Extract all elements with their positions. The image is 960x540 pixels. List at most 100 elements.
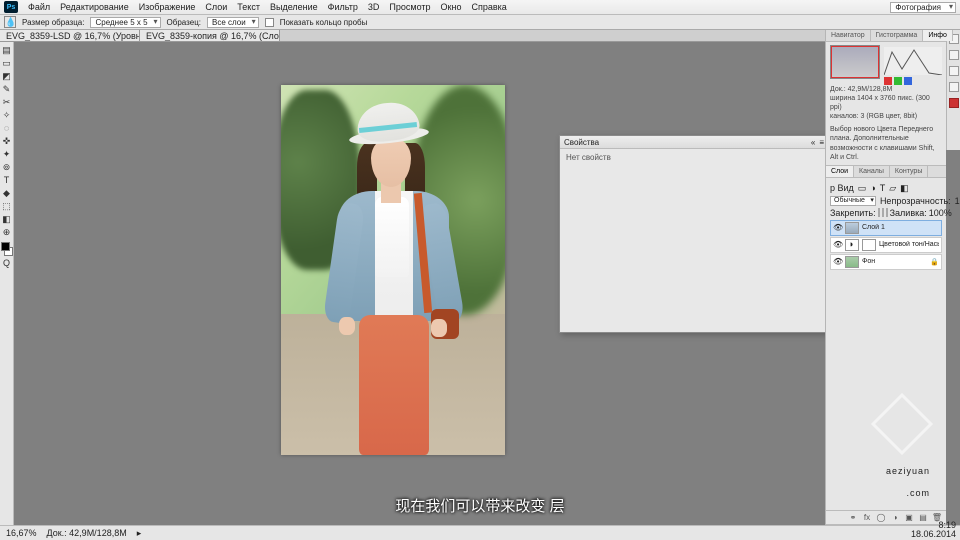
- zoom-tool[interactable]: ⊕: [1, 226, 13, 238]
- lock-icon: 🔒: [930, 258, 939, 266]
- navigator-thumb[interactable]: [830, 45, 880, 79]
- document-tab[interactable]: EVG_8359-LSD @ 16,7% (Уровни 1, Слой-мас…: [0, 30, 140, 41]
- panel-menu-icon[interactable]: ≡: [819, 138, 824, 147]
- watermark-text-1: aeziyuan: [886, 466, 930, 476]
- menu-image[interactable]: Изображение: [139, 2, 196, 12]
- move-tool[interactable]: ▤: [1, 44, 13, 56]
- show-ring-checkbox[interactable]: [265, 18, 274, 27]
- menu-edit[interactable]: Редактирование: [60, 2, 129, 12]
- workspace-switcher[interactable]: Фотография: [890, 0, 956, 15]
- marquee-tool[interactable]: ▭: [1, 57, 13, 69]
- lock-pixels-icon[interactable]: [878, 208, 880, 217]
- pen-tool[interactable]: ◆: [1, 187, 13, 199]
- filter-icon[interactable]: ▱: [889, 183, 896, 194]
- document-tab-bar: EVG_8359-LSD @ 16,7% (Уровни 1, Слой-мас…: [0, 30, 960, 42]
- tab-info[interactable]: Инфо: [923, 30, 953, 41]
- type-tool[interactable]: T: [1, 174, 13, 186]
- layer-row[interactable]: 👁 Фон 🔒: [830, 254, 942, 270]
- canvas-area[interactable]: Свойства «≡ Нет свойств: [14, 42, 825, 525]
- panel-icon[interactable]: [949, 66, 959, 76]
- watermark-text-2: .com: [906, 488, 930, 498]
- layer-name[interactable]: Слой 1: [862, 224, 939, 231]
- visibility-icon[interactable]: 👁: [833, 257, 842, 266]
- tab-paths[interactable]: Контуры: [890, 166, 928, 177]
- menu-bar: Ps Файл Редактирование Изображение Слои …: [0, 0, 960, 15]
- menu-filter[interactable]: Фильтр: [328, 2, 358, 12]
- quickmask-toggle[interactable]: Q: [1, 257, 13, 269]
- watermark: aeziyuan .com: [880, 402, 930, 500]
- mask-thumb[interactable]: [862, 239, 876, 251]
- heal-tool[interactable]: ◌: [1, 122, 13, 134]
- shape-tool[interactable]: ⬚: [1, 200, 13, 212]
- eyedropper-tool[interactable]: ✧: [1, 109, 13, 121]
- menu-layers[interactable]: Слои: [205, 2, 227, 12]
- wand-tool[interactable]: ✎: [1, 83, 13, 95]
- tool-palette: ▤ ▭ ◩ ✎ ✂ ✧ ◌ ✜ ✦ ⊚ T ◆ ⬚ ◧ ⊕ Q: [0, 42, 14, 525]
- properties-panel[interactable]: Свойства «≡ Нет свойств: [559, 135, 825, 333]
- tab-layers[interactable]: Слои: [826, 166, 854, 177]
- layer-row[interactable]: 👁 Цветовой тон/Насыщенность 1: [830, 237, 942, 253]
- filter-icon[interactable]: ◑: [870, 183, 875, 193]
- layer-thumb[interactable]: [845, 222, 859, 234]
- record-action-icon[interactable]: [949, 98, 959, 108]
- workspace-dropdown[interactable]: Фотография: [890, 2, 956, 13]
- watermark-logo-icon: [871, 393, 933, 455]
- zoom-level[interactable]: 16,67%: [6, 528, 37, 538]
- filter-icon[interactable]: ▭: [858, 183, 867, 194]
- layer-row[interactable]: 👁 Слой 1: [830, 220, 942, 236]
- document-tab-label: EVG_8359-копия @ 16,7% (Слой 1, Кривые/8…: [146, 31, 280, 41]
- document-canvas[interactable]: [281, 85, 505, 455]
- menu-window[interactable]: Окно: [441, 2, 462, 12]
- blend-mode-select[interactable]: Обычные: [830, 196, 876, 206]
- adjustment-thumb[interactable]: [845, 239, 859, 251]
- status-doc-size[interactable]: Док.: 42,9M/128,8M: [47, 528, 127, 538]
- panel-icon[interactable]: [949, 82, 959, 92]
- video-subtitle: 现在我们可以带来改变 层: [0, 495, 960, 516]
- tab-channels[interactable]: Каналы: [854, 166, 890, 177]
- menu-help[interactable]: Справка: [471, 2, 506, 12]
- lock-position-icon[interactable]: [882, 208, 884, 217]
- brush-tool[interactable]: ✜: [1, 135, 13, 147]
- menu-3d[interactable]: 3D: [368, 2, 380, 12]
- layer-name[interactable]: Фон: [862, 258, 927, 265]
- stamp-tool[interactable]: ✦: [1, 148, 13, 160]
- fg-bg-swatches[interactable]: [1, 242, 13, 256]
- collapsed-panel-dock: [946, 30, 960, 150]
- menu-text[interactable]: Текст: [237, 2, 260, 12]
- lasso-tool[interactable]: ◩: [1, 70, 13, 82]
- panel-icon[interactable]: [949, 50, 959, 60]
- hand-tool[interactable]: ◧: [1, 213, 13, 225]
- layer-name[interactable]: Цветовой тон/Насыщенность 1: [879, 241, 939, 248]
- panel-title: Свойства: [564, 138, 599, 147]
- status-bar: 16,67% Док.: 42,9M/128,8M ▸ 8:1918.06.20…: [0, 525, 960, 540]
- fill-value[interactable]: 100%: [929, 208, 952, 218]
- system-clock: 8:1918.06.2014: [911, 521, 956, 539]
- sample-size-select[interactable]: Среднее 5 x 5: [90, 17, 160, 28]
- menu-file[interactable]: Файл: [28, 2, 50, 12]
- tab-navigator[interactable]: Навигатор: [826, 30, 871, 41]
- panel-collapse-icon[interactable]: «: [811, 138, 815, 147]
- opacity-value[interactable]: 100%: [955, 196, 960, 206]
- document-tab[interactable]: EVG_8359-копия @ 16,7% (Слой 1, Кривые/8…: [140, 30, 280, 41]
- menu-view[interactable]: Просмотр: [389, 2, 430, 12]
- menu-select[interactable]: Выделение: [270, 2, 318, 12]
- sample-size-label: Размер образца:: [22, 18, 84, 27]
- tab-histogram[interactable]: Гистограмма: [871, 30, 924, 41]
- app-logo: Ps: [4, 1, 18, 13]
- lock-all-icon[interactable]: [886, 208, 888, 217]
- sample-label: Образец:: [167, 18, 201, 27]
- eyedropper-icon[interactable]: 💧: [4, 16, 16, 28]
- document-tab-label: EVG_8359-LSD @ 16,7% (Уровни 1, Слой-мас…: [6, 31, 140, 41]
- visibility-icon[interactable]: 👁: [833, 240, 842, 249]
- visibility-icon[interactable]: 👁: [833, 223, 842, 232]
- eraser-tool[interactable]: ⊚: [1, 161, 13, 173]
- layer-kind-filter[interactable]: р Вид: [830, 183, 854, 193]
- sample-layers-select[interactable]: Все слои: [207, 17, 259, 28]
- status-arrow-icon[interactable]: ▸: [137, 528, 142, 539]
- layer-thumb[interactable]: [845, 256, 859, 268]
- panel-header[interactable]: Свойства « ≡: [560, 136, 825, 149]
- crop-tool[interactable]: ✂: [1, 96, 13, 108]
- histogram: [884, 47, 942, 75]
- filter-icon[interactable]: T: [880, 183, 886, 193]
- filter-icon[interactable]: ◧: [900, 183, 909, 194]
